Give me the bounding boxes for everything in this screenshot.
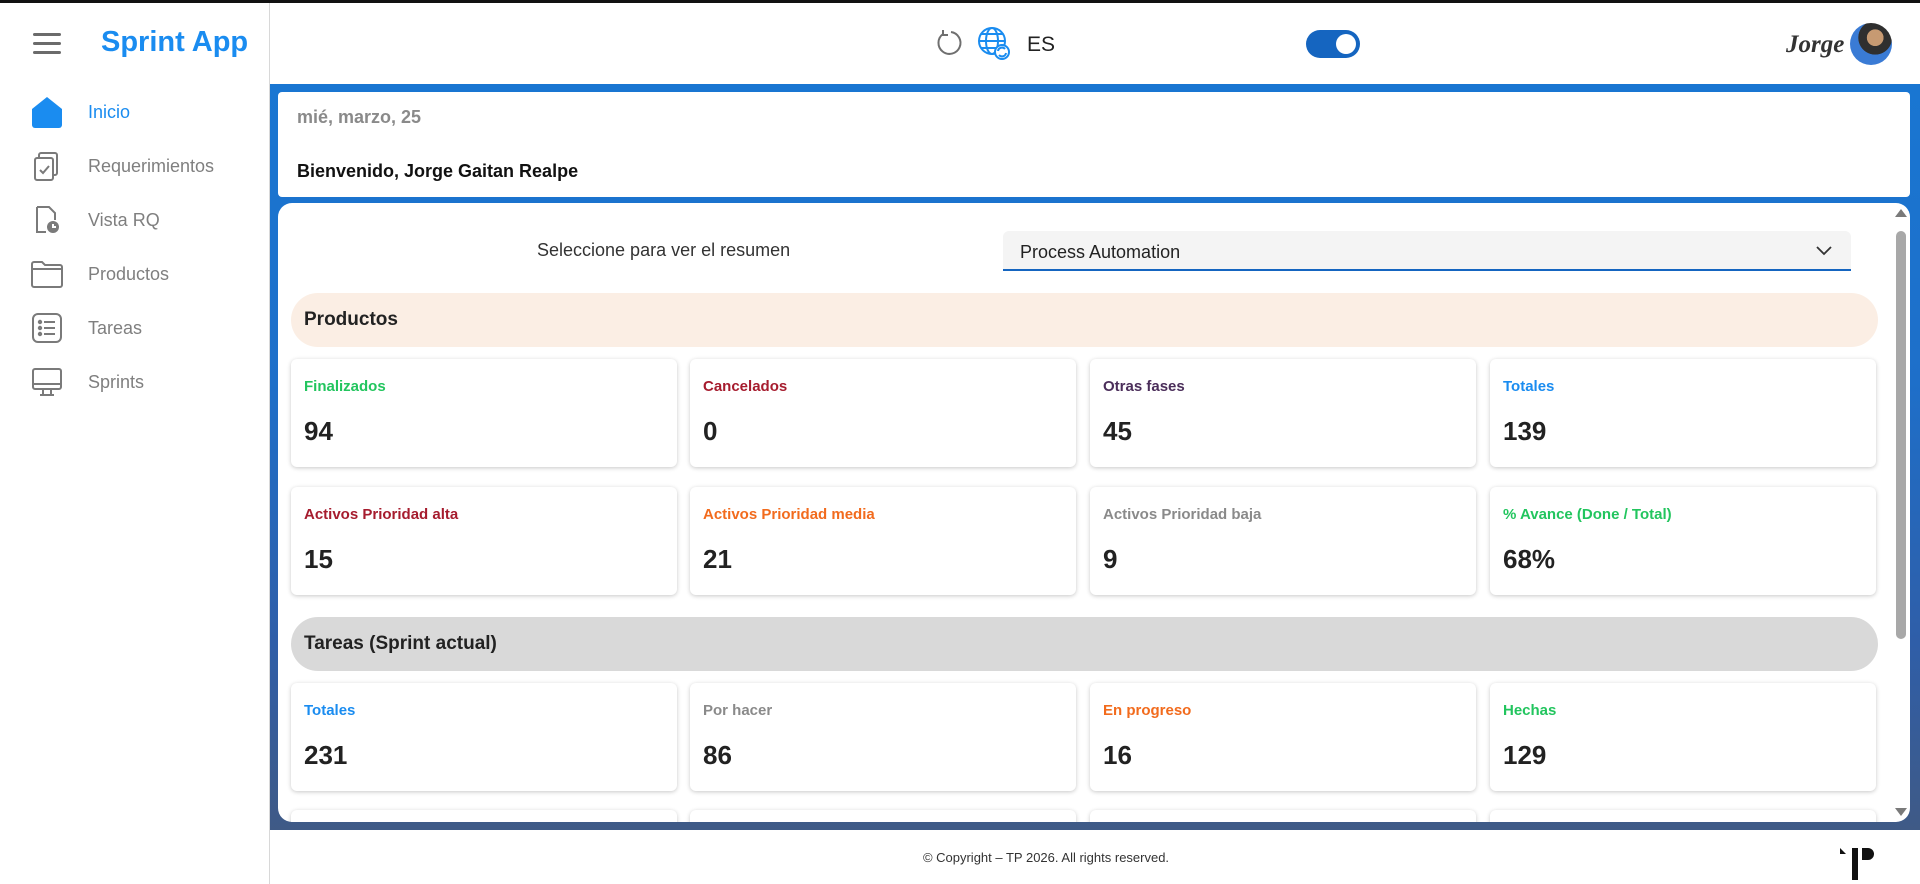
list-icon (29, 310, 65, 346)
productos-section-header: Productos (291, 293, 1878, 347)
stat-card-finalizados: Finalizados 94 (291, 359, 677, 467)
scrollbar[interactable] (1894, 207, 1908, 818)
welcome-message: Bienvenido, Jorge Gaitan Realpe (297, 161, 579, 181)
globe-sync-icon[interactable] (976, 25, 1012, 61)
stat-value: 0 (703, 416, 718, 446)
stat-value: 15 (304, 544, 333, 574)
current-date: mié, marzo, 25 (297, 107, 422, 127)
sidebar-item-vista-rq[interactable]: Vista RQ (0, 193, 270, 247)
stat-label: Activos Prioridad media (703, 506, 875, 523)
home-icon (29, 94, 65, 130)
stat-label: Hechas (1503, 702, 1557, 719)
sidebar-item-inicio[interactable]: Inicio (0, 85, 270, 139)
app-brand[interactable]: Sprint App (101, 26, 248, 59)
stat-label: Totales (304, 702, 356, 719)
stat-card-otras-fases: Otras fases 45 (1090, 359, 1476, 467)
copyright-text: © Copyright – TP 2026. All rights reserv… (922, 850, 1170, 865)
sidebar-item-sprints[interactable]: Sprints (0, 355, 270, 409)
stat-value: 45 (1103, 416, 1132, 446)
sidebar-item-productos[interactable]: Productos (0, 247, 270, 301)
refresh-icon[interactable] (934, 28, 964, 58)
stat-value: 231 (304, 740, 348, 770)
stat-label: Otras fases (1103, 378, 1185, 395)
sidebar-nav: Inicio Requerimientos Vista RQ Productos (0, 85, 270, 409)
sidebar-item-requerimientos[interactable]: Requerimientos (0, 139, 270, 193)
stat-card-partial (1090, 810, 1476, 822)
folder-icon (29, 256, 65, 292)
summary-panel: Seleccione para ver el resumen Process A… (278, 203, 1910, 822)
clipboard-icon (29, 148, 65, 184)
sidebar-item-label: Vista RQ (88, 209, 160, 230)
section-title: Tareas (Sprint actual) (304, 633, 497, 654)
app-window: Sprint App Inicio Requerimientos Vista R… (0, 0, 1920, 884)
stat-card-avance: % Avance (Done / Total) 68% (1490, 487, 1876, 595)
footer: © Copyright – TP 2026. All rights reserv… (270, 830, 1920, 884)
sidebar: Sprint App Inicio Requerimientos Vista R… (0, 3, 270, 884)
stat-value: 94 (304, 416, 333, 446)
theme-toggle[interactable] (1306, 30, 1360, 58)
stat-label: Activos Prioridad baja (1103, 506, 1262, 523)
stat-value: 139 (1503, 416, 1547, 446)
sidebar-item-label: Requerimientos (88, 155, 215, 176)
stat-value: 68% (1503, 544, 1556, 574)
sidebar-item-label: Inicio (88, 101, 131, 122)
stat-value: 16 (1103, 740, 1132, 770)
sidebar-item-tareas[interactable]: Tareas (0, 301, 270, 355)
stat-card-partial (690, 810, 1076, 822)
stat-card-partial (291, 810, 677, 822)
stat-label: Activos Prioridad alta (304, 506, 459, 523)
chevron-down-icon (1815, 241, 1833, 259)
main-content: mié, marzo, 25 Bienvenido, Jorge Gaitan … (270, 84, 1920, 830)
stat-card-prioridad-media: Activos Prioridad media 21 (690, 487, 1076, 595)
stat-label: En progreso (1103, 702, 1192, 719)
tp-logo-icon (1838, 842, 1874, 882)
menu-icon[interactable] (33, 33, 61, 57)
stat-value: 129 (1503, 740, 1547, 770)
stat-label: Totales (1503, 378, 1555, 395)
stat-label: % Avance (Done / Total) (1503, 506, 1672, 523)
tareas-section-header: Tareas (Sprint actual) (291, 617, 1878, 671)
select-label: Seleccione para ver el resumen (537, 240, 791, 260)
document-clock-icon (29, 202, 65, 238)
stat-card-cancelados: Cancelados 0 (690, 359, 1076, 467)
stat-value: 9 (1103, 544, 1118, 574)
stat-card-por-hacer: Por hacer 86 (690, 683, 1076, 791)
scroll-thumb[interactable] (1896, 231, 1906, 639)
section-title: Productos (304, 309, 398, 330)
sidebar-item-label: Productos (88, 263, 170, 284)
stat-card-prioridad-baja: Activos Prioridad baja 9 (1090, 487, 1476, 595)
stat-card-partial (1490, 810, 1876, 822)
scroll-up-arrow[interactable] (1895, 209, 1907, 217)
welcome-panel: mié, marzo, 25 Bienvenido, Jorge Gaitan … (278, 92, 1910, 197)
scroll-down-arrow[interactable] (1895, 808, 1907, 816)
select-value: Process Automation (1020, 242, 1181, 262)
user-name: Jorge (1786, 31, 1845, 58)
stat-value: 21 (703, 544, 732, 574)
top-bar: ES Jorge (270, 3, 1920, 84)
stat-card-totales: Totales 139 (1490, 359, 1876, 467)
stat-label: Finalizados (304, 378, 386, 395)
sidebar-item-label: Tareas (88, 317, 143, 338)
language-selector[interactable]: ES (1027, 33, 1055, 57)
stat-value: 86 (703, 740, 732, 770)
avatar[interactable] (1850, 23, 1892, 65)
stat-card-en-progreso: En progreso 16 (1090, 683, 1476, 791)
stat-label: Cancelados (703, 378, 788, 395)
stat-card-hechas: Hechas 129 (1490, 683, 1876, 791)
sidebar-item-label: Sprints (88, 371, 145, 392)
stat-card-tareas-totales: Totales 231 (291, 683, 677, 791)
product-select[interactable]: Process Automation (1003, 231, 1851, 271)
stat-card-prioridad-alta: Activos Prioridad alta 15 (291, 487, 677, 595)
stat-label: Por hacer (703, 702, 773, 719)
monitor-icon (29, 364, 65, 400)
